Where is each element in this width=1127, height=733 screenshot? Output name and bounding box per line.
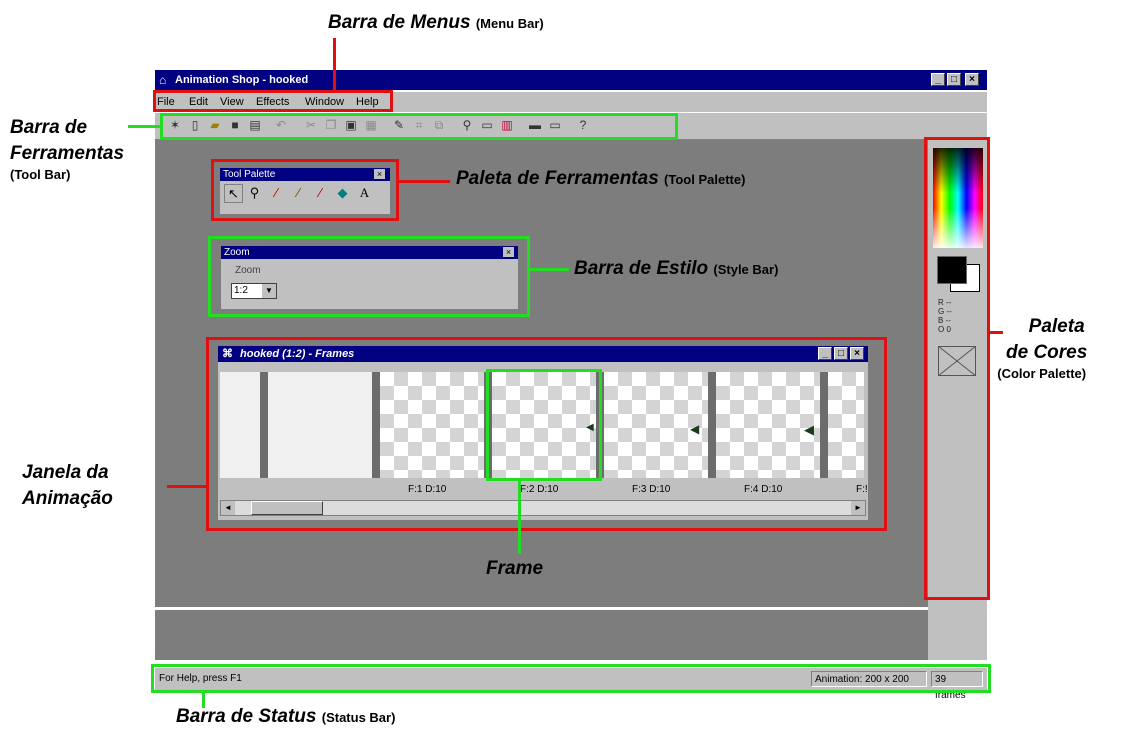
close-button[interactable]: ×: [965, 73, 979, 86]
menu-bar-highlight: [153, 90, 393, 112]
menu-bar-pointer: [333, 38, 336, 92]
toolbar-pointer: [128, 125, 161, 128]
annotation-status-bar: Barra de Status (Status Bar): [176, 706, 396, 727]
tool-palette-highlight: [211, 159, 399, 221]
annotation-frame: Frame: [486, 558, 544, 579]
app-title-bar: ⌂ Animation Shop - hooked _ □ ×: [155, 70, 987, 90]
annotation-animation-window: Janela da Animação: [22, 462, 113, 509]
maximize-button[interactable]: □: [947, 73, 961, 86]
color-palette-highlight: [924, 137, 990, 600]
minimize-button[interactable]: _: [931, 73, 945, 86]
annotation-menu-bar: Barra de Menus (Menu Bar): [328, 12, 544, 33]
animation-window-pointer: [167, 485, 207, 488]
app-icon: ⌂: [159, 73, 167, 87]
status-bar-highlight: [151, 664, 991, 693]
annotation-style-bar: Barra de Estilo (Style Bar): [574, 258, 779, 279]
workspace-lower: [155, 610, 928, 660]
annotation-toolbar: Barra de Ferramentas (Tool Bar): [10, 117, 125, 182]
annotation-tool-palette: Paleta de Ferramentas (Tool Palette): [456, 168, 746, 189]
frame-highlight: [486, 369, 602, 481]
app-title: Animation Shop - hooked: [175, 74, 309, 86]
tool-palette-pointer: [398, 180, 450, 183]
toolbar-highlight: [160, 113, 678, 140]
style-bar-highlight: [208, 236, 530, 317]
frame-pointer: [518, 480, 521, 554]
annotation-color-palette: Paleta de Cores (Color Palette): [997, 316, 1088, 381]
style-bar-pointer: [529, 268, 569, 271]
